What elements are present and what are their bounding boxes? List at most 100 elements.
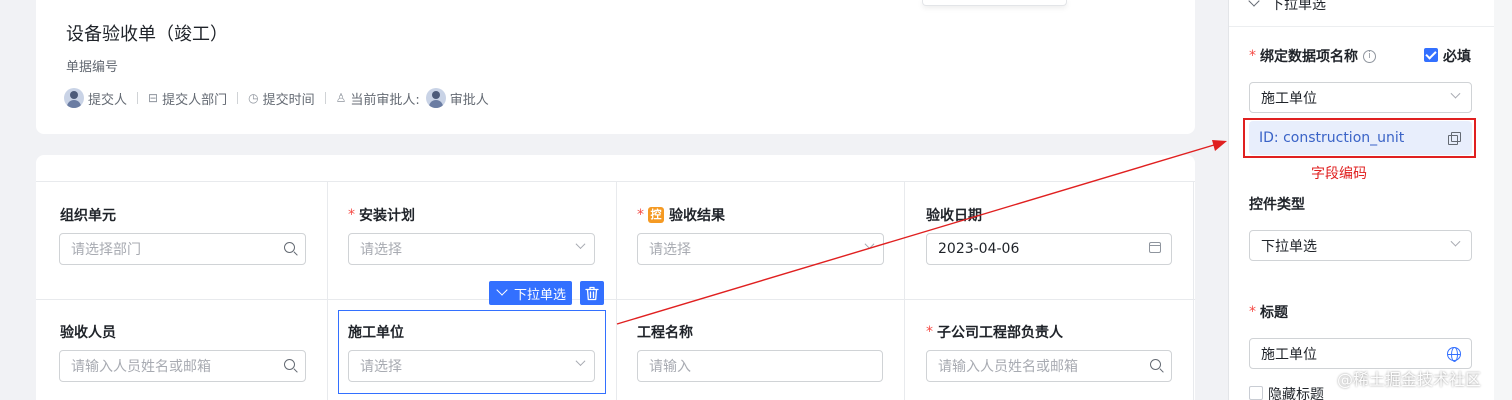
control-type-value: 下拉单选 [1261, 238, 1317, 255]
field-label-text: 组织单元 [60, 208, 116, 224]
search-icon [284, 242, 295, 256]
avatar [64, 88, 84, 108]
current-approver-label: 当前审批人: [350, 92, 420, 108]
title-value: 施工单位 [1261, 346, 1317, 363]
field-label-project-name: 工程名称 [637, 322, 693, 342]
placeholder-text: 请输入 [649, 359, 691, 375]
document-meta-row: 提交人 ⊟ 提交人部门 ◷ 提交时间 ♙ 当前审批人: 审批人 [64, 88, 489, 108]
title-input[interactable]: 施工单位 [1249, 338, 1472, 369]
annotation-arrow-head [1212, 140, 1227, 151]
calendar-icon [1149, 242, 1161, 256]
control-badge: 控 [648, 207, 664, 223]
bind-field-select[interactable]: 施工单位 [1249, 82, 1472, 113]
meta-submitter-dept: ⊟ 提交人部门 [148, 89, 227, 108]
chevron-down-icon [1450, 88, 1461, 106]
widget-type-label: 下拉单选 [514, 287, 567, 303]
document-number: 单据编号 [66, 60, 119, 75]
annotation-highlight-box [1243, 118, 1476, 158]
form-col-divider [616, 181, 617, 400]
control-type-label-text: 控件类型 [1249, 197, 1305, 213]
field-label-text: 安装计划 [359, 208, 415, 224]
field-label-text: 子公司工程部负责人 [937, 325, 1063, 341]
annotation-label: 字段编码 [1311, 166, 1367, 182]
title-label-text: 标题 [1260, 305, 1288, 321]
field-label-text: 验收人员 [60, 325, 116, 341]
field-label-text: 施工单位 [348, 325, 404, 341]
required-checkbox-label: 必填 [1443, 49, 1471, 65]
clock-icon: ◷ [248, 91, 259, 105]
field-label-text: 工程名称 [637, 325, 693, 341]
bind-field-label-text: 绑定数据项名称 [1260, 49, 1358, 65]
meta-submit-time: ◷ 提交时间 [248, 89, 315, 108]
submitter-dept-label: 提交人部门 [162, 92, 228, 108]
submit-time-label: 提交时间 [262, 92, 315, 108]
required-mark: * [1249, 304, 1256, 320]
trash-icon [585, 286, 599, 300]
delete-widget-button[interactable] [580, 281, 604, 305]
meta-current-approver: ♙ 当前审批人: 审批人 [336, 88, 489, 108]
chevron-down-icon [496, 284, 508, 296]
install-plan-select[interactable]: 请选择 [348, 233, 595, 265]
panel-scrollbar-track[interactable] [1494, 0, 1512, 400]
form-col-divider [1193, 181, 1194, 400]
document-title: 设备验收单（竣工） [66, 24, 228, 45]
meta-divider [324, 92, 326, 104]
field-label-text: 验收结果 [669, 208, 725, 224]
field-label-inspectors: 验收人员 [60, 322, 116, 342]
watermark: @稀土掘金技术社区 [1337, 370, 1482, 389]
department-icon: ⊟ [148, 91, 159, 105]
widget-type-tag[interactable]: 下拉单选 [489, 281, 573, 305]
form-col-divider [904, 181, 905, 400]
inspectors-input[interactable]: 请输入人员姓名或邮箱 [59, 350, 306, 382]
person-icon: ♙ [335, 91, 347, 105]
placeholder-text: 请选择 [360, 359, 402, 375]
chevron-down-icon [575, 239, 586, 256]
chevron-down-icon [864, 239, 875, 256]
placeholder-text: 请选择 [649, 242, 691, 258]
title-label: * 标题 [1249, 302, 1288, 322]
control-type-label: 控件类型 [1249, 194, 1305, 214]
meta-divider [137, 92, 139, 104]
required-checkbox[interactable] [1424, 48, 1438, 62]
hide-title-label: 隐藏标题 [1268, 387, 1324, 400]
bind-field-label: * 绑定数据项名称 i [1249, 46, 1376, 66]
project-name-input[interactable]: 请输入 [637, 350, 883, 382]
panel-section-header[interactable]: 下拉单选 [1248, 0, 1326, 14]
hide-title-checkbox[interactable] [1249, 386, 1263, 400]
field-label-acceptance-date: 验收日期 [926, 205, 982, 225]
acceptance-date-picker[interactable]: 2023-04-06 [926, 233, 1172, 265]
required-mark: * [1249, 48, 1256, 64]
info-icon[interactable]: i [1363, 49, 1376, 63]
submitter-label: 提交人 [88, 92, 128, 108]
construction-unit-select[interactable]: 请选择 [348, 350, 595, 382]
date-value: 2023-04-06 [938, 241, 1020, 257]
placeholder-text: 请输入人员姓名或邮箱 [938, 359, 1078, 375]
field-label-org-unit: 组织单元 [60, 205, 116, 225]
field-label-install-plan: * 安装计划 [348, 205, 415, 225]
search-icon [1150, 359, 1161, 373]
chevron-down-icon [1450, 236, 1461, 254]
control-type-select[interactable]: 下拉单选 [1249, 230, 1472, 261]
avatar [425, 88, 446, 108]
popover-edge [922, 0, 1067, 6]
required-mark: * [926, 324, 933, 340]
org-unit-input[interactable]: 请选择部门 [59, 233, 306, 265]
field-label-subsidiary-manager: * 子公司工程部负责人 [926, 322, 1063, 342]
search-icon [284, 359, 295, 373]
bind-field-value: 施工单位 [1261, 90, 1317, 107]
acceptance-result-select[interactable]: 请选择 [637, 233, 884, 265]
panel-section-title: 下拉单选 [1270, 0, 1326, 13]
approver-name: 审批人 [449, 92, 489, 108]
field-label-acceptance-result: * 控 验收结果 [637, 205, 725, 225]
placeholder-text: 请选择部门 [71, 242, 141, 258]
subsidiary-manager-input[interactable]: 请输入人员姓名或邮箱 [926, 350, 1172, 382]
field-label-text: 验收日期 [926, 208, 982, 224]
meta-submitter: 提交人 [64, 88, 127, 108]
required-mark: * [637, 207, 644, 223]
panel-divider-line [1229, 26, 1494, 27]
required-mark: * [348, 207, 355, 223]
chevron-down-icon [1248, 0, 1260, 7]
chevron-down-icon [575, 356, 586, 373]
globe-icon[interactable] [1447, 347, 1461, 362]
placeholder-text: 请输入人员姓名或邮箱 [71, 359, 211, 375]
